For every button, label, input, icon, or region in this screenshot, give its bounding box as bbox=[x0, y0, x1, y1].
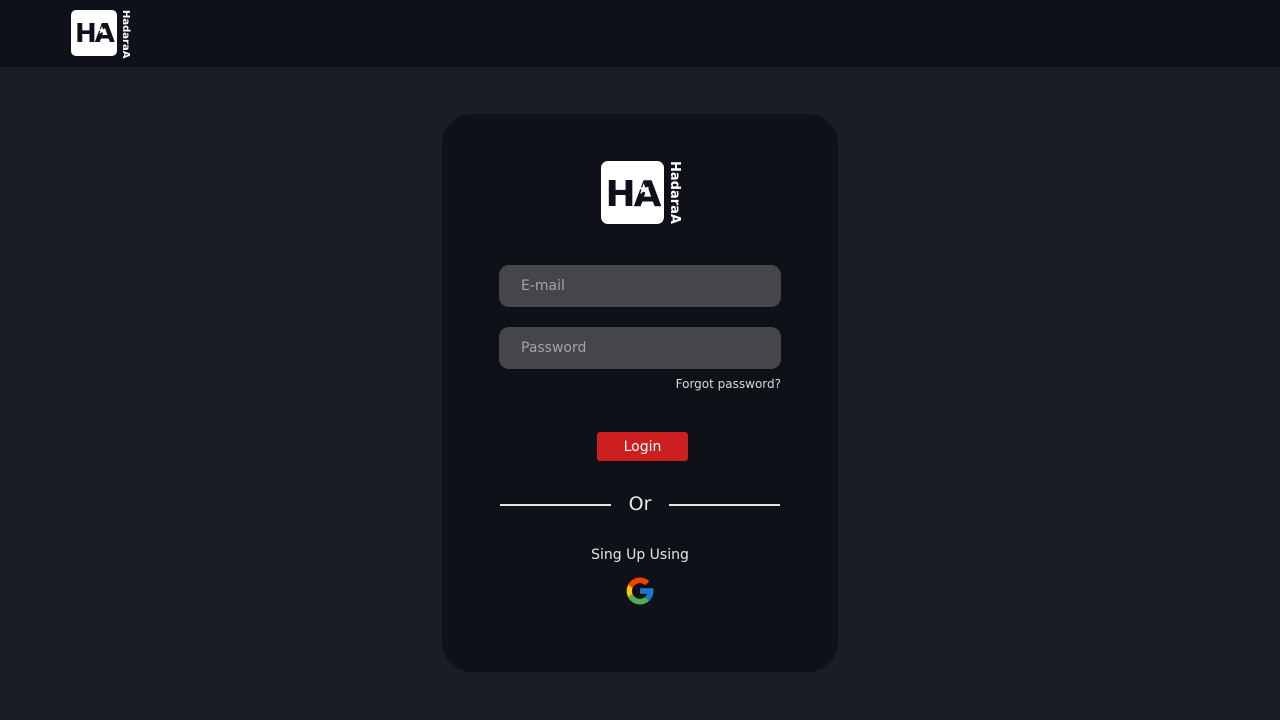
logo-badge: HA ★ bbox=[71, 10, 117, 56]
email-field[interactable] bbox=[499, 265, 781, 307]
login-button[interactable]: Login bbox=[597, 432, 688, 461]
google-icon[interactable] bbox=[624, 575, 656, 607]
star-icon: ★ bbox=[637, 180, 651, 198]
logo-badge: HA ★ bbox=[601, 161, 664, 224]
card-logo: HA ★ HadaraA bbox=[601, 161, 682, 224]
logo-mark: HA bbox=[75, 19, 115, 49]
logo-mark: HA bbox=[605, 173, 662, 215]
login-card: HA ★ HadaraA Forgot password? Login Or S… bbox=[442, 114, 838, 672]
forgot-password-link[interactable]: Forgot password? bbox=[676, 377, 781, 391]
divider-line-right bbox=[669, 504, 780, 506]
signup-label: Sing Up Using bbox=[591, 547, 689, 563]
header-logo[interactable]: HA ★ HadaraA bbox=[71, 10, 131, 59]
logo-brand-text: HadaraA bbox=[667, 161, 682, 224]
logo-brand-text: HadaraA bbox=[120, 10, 131, 59]
password-field[interactable] bbox=[499, 327, 781, 369]
star-icon: ★ bbox=[97, 24, 107, 37]
top-navigation-bar: HA ★ HadaraA bbox=[0, 0, 1280, 67]
